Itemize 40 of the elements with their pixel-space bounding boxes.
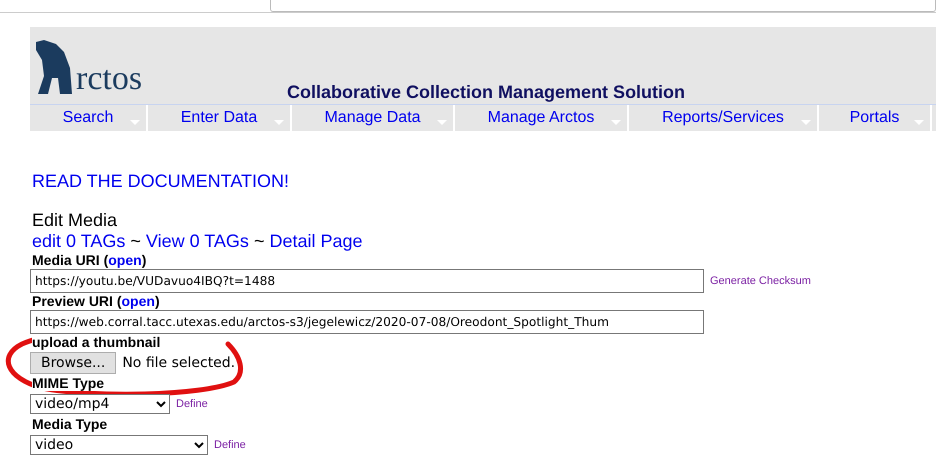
nav-menu-item[interactable]: Reports/Services xyxy=(629,105,819,131)
caret-icon xyxy=(274,120,284,125)
field-label: MIME Type xyxy=(32,375,104,391)
label-text: ) xyxy=(142,252,146,268)
open-link[interactable]: open xyxy=(108,252,142,268)
nav-menu-item[interactable]: Manage Data xyxy=(292,105,455,131)
mime-type-select[interactable]: video/mp4 xyxy=(30,394,170,414)
label-text: ) xyxy=(154,293,160,309)
nav-menu-item[interactable]: Portals xyxy=(819,105,932,131)
caret-icon xyxy=(437,120,447,125)
browse-button[interactable]: Browse... xyxy=(30,352,116,374)
site-title: Collaborative Collection Management Solution xyxy=(287,82,686,104)
file-status: No file selected. xyxy=(122,354,236,370)
documentation-link[interactable]: READ THE DOCUMENTATION! xyxy=(32,171,936,192)
open-link[interactable]: open xyxy=(121,293,155,309)
define-link[interactable]: Define xyxy=(176,398,208,410)
label-text: Preview URI ( xyxy=(32,293,122,309)
field-label: upload a thumbnail xyxy=(32,334,160,350)
define-link[interactable]: Define xyxy=(214,438,246,450)
nav-menu-item[interactable]: Search xyxy=(30,105,148,131)
media-type-select[interactable]: video xyxy=(30,434,208,454)
nav-menu-item[interactable]: Enter Data xyxy=(148,105,292,131)
tag-link[interactable]: Detail Page xyxy=(269,231,363,252)
bear-icon xyxy=(34,38,74,96)
media-uri-field[interactable]: https://youtu.be/VUDavuo4IBQ?t=1488 xyxy=(30,268,704,292)
caret-icon xyxy=(914,120,924,125)
preview-uri-field[interactable]: https://web.corral.tacc.utexas.edu/arctos-s3/jegelewicz/2020-07-08/Oreodont_Spotlight_Thum xyxy=(30,310,704,334)
caret-icon xyxy=(801,120,811,125)
tag-link[interactable]: edit 0 TAGs xyxy=(32,231,126,252)
separator: ~ xyxy=(254,231,264,252)
caret-icon xyxy=(130,120,140,125)
caret-icon xyxy=(611,120,621,125)
separator: ~ xyxy=(130,231,141,252)
field-label: Media Type xyxy=(32,416,108,432)
label-text: Media URI ( xyxy=(32,252,108,268)
page-title: Edit Media xyxy=(32,210,118,231)
tag-link[interactable]: View 0 TAGs xyxy=(146,231,249,252)
checksum-link[interactable]: Generate Checksum xyxy=(710,274,811,286)
nav-menu-item[interactable]: Manage Arctos xyxy=(455,105,629,131)
logo-text: rctos xyxy=(76,62,142,96)
